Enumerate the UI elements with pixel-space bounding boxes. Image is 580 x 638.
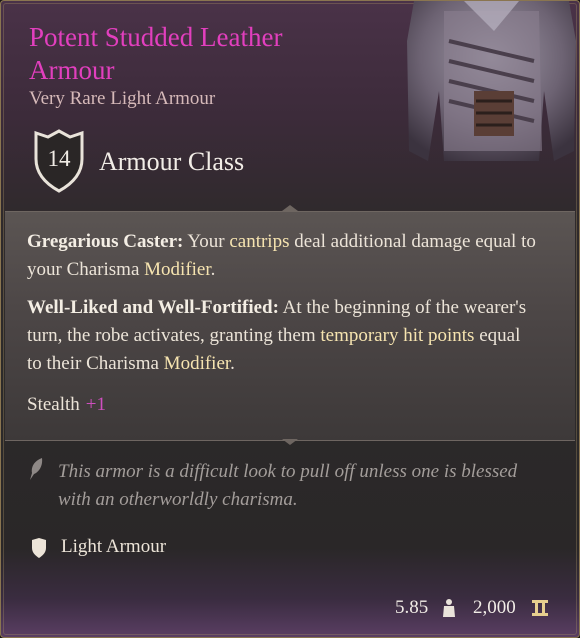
item-name: Potent Studded Leather Armour: [29, 22, 283, 85]
item-value: 2,000: [473, 597, 516, 618]
flavor-text: This armor is a difficult look to pull o…: [58, 461, 518, 510]
effect-well-liked: Well-Liked and Well-Fortified: At the be…: [27, 297, 527, 374]
tooltip-header: Potent Studded Leather Armour Very Rare …: [1, 1, 579, 211]
divider-notch: [282, 205, 298, 211]
effects-panel: Gregarious Caster: Your cantrips deal ad…: [5, 211, 575, 441]
weight-icon: [443, 599, 455, 617]
divider-notch: [282, 439, 298, 445]
quill-icon: [30, 458, 43, 480]
leather-armour-icon: [407, 1, 576, 161]
item-weight: 5.85: [395, 597, 429, 618]
stealth-stat: Stealth +1: [27, 394, 106, 415]
armour-class-label: Armour Class: [99, 147, 245, 176]
item-rarity-type: Very Rare Light Armour: [29, 88, 216, 109]
gold-coin-icon: [532, 600, 548, 616]
armour-class-value: 14: [47, 146, 71, 171]
effect-gregarious-caster: Gregarious Caster: Your cantrips deal ad…: [27, 231, 536, 280]
shield-icon: [32, 538, 46, 558]
armour-type-label: Light Armour: [61, 536, 167, 557]
item-tooltip: Potent Studded Leather Armour Very Rare …: [0, 0, 580, 638]
